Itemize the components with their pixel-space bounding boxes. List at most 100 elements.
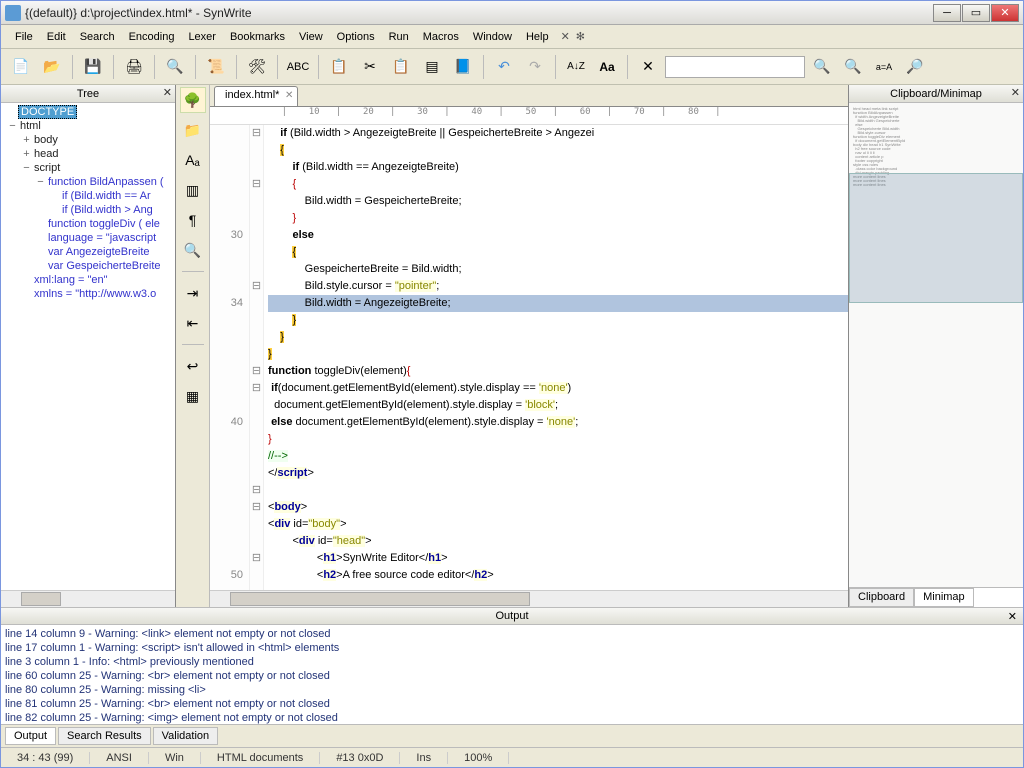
status-char: #13 0x0D	[320, 752, 400, 764]
menu-file[interactable]: File	[9, 28, 39, 46]
script-button[interactable]: 📜	[202, 53, 230, 81]
menu-bookmarks[interactable]: Bookmarks	[224, 28, 291, 46]
tree-item[interactable]: +head	[3, 147, 173, 161]
output-close-icon[interactable]: ✕	[1008, 610, 1017, 623]
menu-extra-icon[interactable]: ✻	[576, 30, 585, 43]
output-line[interactable]: line 14 column 9 - Warning: <link> eleme…	[5, 627, 1019, 641]
tree-item[interactable]: xml:lang = "en"	[3, 273, 173, 287]
sort-button[interactable]: A↓Z	[562, 53, 590, 81]
ruler: | 10 | 20 | 30 | 40 | 50 | 60 | 70 | 80 …	[210, 107, 848, 125]
menu-encoding[interactable]: Encoding	[123, 28, 181, 46]
tools-button[interactable]: 🛠	[243, 53, 271, 81]
tree-item[interactable]: var GespeicherteBreite	[3, 259, 173, 273]
search-icon[interactable]: 🔍	[180, 237, 206, 263]
undo-button[interactable]: ↶	[490, 53, 518, 81]
tree-title: Tree	[77, 88, 99, 100]
menu-lexer[interactable]: Lexer	[182, 28, 222, 46]
output-header: Output ✕	[1, 607, 1023, 625]
editor-area[interactable]: 30344050 ⊟⊟⊟⊟⊟⊟⊟⊟ if (Bild.width > Angez…	[210, 125, 848, 590]
validation-tab[interactable]: Validation	[153, 727, 219, 745]
output-line[interactable]: line 3 column 1 - Info: <html> previousl…	[5, 655, 1019, 669]
menu-macros[interactable]: Macros	[417, 28, 465, 46]
project-icon[interactable]: 📁	[180, 117, 206, 143]
maximize-button[interactable]: ▭	[962, 4, 990, 22]
find-button[interactable]: 🔍	[161, 53, 189, 81]
tree-item[interactable]: function toggleDiv ( ele	[3, 217, 173, 231]
paste-button[interactable]: 📋	[387, 53, 415, 81]
tree-view[interactable]: DOCTYPE−html+body+head−script−function B…	[1, 103, 175, 590]
output-line[interactable]: line 17 column 1 - Warning: <script> isn…	[5, 641, 1019, 655]
minimap-tab[interactable]: Minimap	[914, 588, 974, 607]
output-line[interactable]: line 60 column 25 - Warning: <br> elemen…	[5, 669, 1019, 683]
redo-button[interactable]: ↷	[521, 53, 549, 81]
case-button[interactable]: Aa	[593, 53, 621, 81]
open-file-button[interactable]: 📂	[38, 53, 66, 81]
tree-icon[interactable]: 🌳	[180, 87, 206, 113]
find-next-button[interactable]: 🔍	[808, 53, 836, 81]
output-line[interactable]: line 80 column 25 - Warning: missing <li…	[5, 683, 1019, 697]
output-line[interactable]: line 81 column 25 - Warning: <br> elemen…	[5, 697, 1019, 711]
clear-button[interactable]: ✕	[634, 53, 662, 81]
minimize-button[interactable]: ─	[933, 4, 961, 22]
titlebar: {(default)} d:\project\index.html* - Syn…	[1, 1, 1023, 25]
match-case-button[interactable]: a=A	[870, 53, 898, 81]
tree-item[interactable]: +body	[3, 133, 173, 147]
tree-hscroll[interactable]	[1, 590, 175, 607]
find-prev-button[interactable]: 🔍	[839, 53, 867, 81]
minimap[interactable]: html head meta link script function Bild…	[849, 103, 1023, 587]
tree-item[interactable]: xmlns = "http://www.w3.o	[3, 287, 173, 301]
tree-item[interactable]: −html	[3, 119, 173, 133]
find-all-button[interactable]: 🔎	[901, 53, 929, 81]
spell-button[interactable]: ABC	[284, 53, 312, 81]
copy-button[interactable]: 📋	[325, 53, 353, 81]
indent-icon[interactable]: ⇥	[180, 280, 206, 306]
doc-button[interactable]: 📘	[449, 53, 477, 81]
cut-button[interactable]: ✂	[356, 53, 384, 81]
outdent-icon[interactable]: ⇤	[180, 310, 206, 336]
tab-close-icon[interactable]: ✕	[285, 90, 293, 101]
status-insert: Ins	[400, 752, 448, 764]
menu-view[interactable]: View	[293, 28, 329, 46]
menu-run[interactable]: Run	[383, 28, 415, 46]
status-position: 34 : 43 (99)	[1, 752, 90, 764]
font-icon[interactable]: Aₐ	[180, 147, 206, 173]
tree-item[interactable]: language = "javascript	[3, 231, 173, 245]
grid-icon[interactable]: ▦	[180, 383, 206, 409]
search-results-tab[interactable]: Search Results	[58, 727, 151, 745]
pilcrow-icon[interactable]: ¶	[180, 207, 206, 233]
menu-search[interactable]: Search	[74, 28, 121, 46]
select-button[interactable]: ▤	[418, 53, 446, 81]
save-button[interactable]: 💾	[79, 53, 107, 81]
menu-window[interactable]: Window	[467, 28, 518, 46]
tree-item[interactable]: −function BildAnpassen (	[3, 175, 173, 189]
tree-item[interactable]: var AngezeigteBreite	[3, 245, 173, 259]
tab-label: index.html*	[225, 89, 279, 101]
tree-item[interactable]: DOCTYPE	[3, 105, 173, 119]
tree-item[interactable]: if (Bild.width > Ang	[3, 203, 173, 217]
tree-item[interactable]: −script	[3, 161, 173, 175]
menu-help[interactable]: Help	[520, 28, 555, 46]
output-panel[interactable]: line 14 column 9 - Warning: <link> eleme…	[1, 625, 1023, 725]
output-title: Output	[495, 610, 528, 622]
close-button[interactable]: ✕	[991, 4, 1019, 22]
columns-icon[interactable]: ▥	[180, 177, 206, 203]
menu-edit[interactable]: Edit	[41, 28, 72, 46]
output-tab[interactable]: Output	[5, 727, 56, 745]
minimap-close-icon[interactable]: ✕	[1011, 86, 1020, 99]
menu-options[interactable]: Options	[331, 28, 381, 46]
clipboard-tab[interactable]: Clipboard	[849, 588, 914, 607]
print-button[interactable]: 🖨	[120, 53, 148, 81]
new-file-button[interactable]: 📄	[7, 53, 35, 81]
tree-close-icon[interactable]: ✕	[163, 86, 172, 99]
tree-item[interactable]: if (Bild.width == Ar	[3, 189, 173, 203]
tab-index-html[interactable]: index.html* ✕	[214, 86, 298, 106]
output-line[interactable]: line 82 column 25 - Warning: <img> eleme…	[5, 711, 1019, 725]
window-title: {(default)} d:\project\index.html* - Syn…	[25, 6, 933, 20]
editor-tabbar: index.html* ✕	[210, 85, 848, 107]
menu-close-icon[interactable]: ✕	[561, 30, 570, 43]
minimap-viewport[interactable]	[849, 173, 1023, 303]
editor-hscroll[interactable]	[210, 590, 848, 607]
search-input[interactable]	[665, 56, 805, 78]
menubar: File Edit Search Encoding Lexer Bookmark…	[1, 25, 1023, 49]
wrap-icon[interactable]: ↩	[180, 353, 206, 379]
